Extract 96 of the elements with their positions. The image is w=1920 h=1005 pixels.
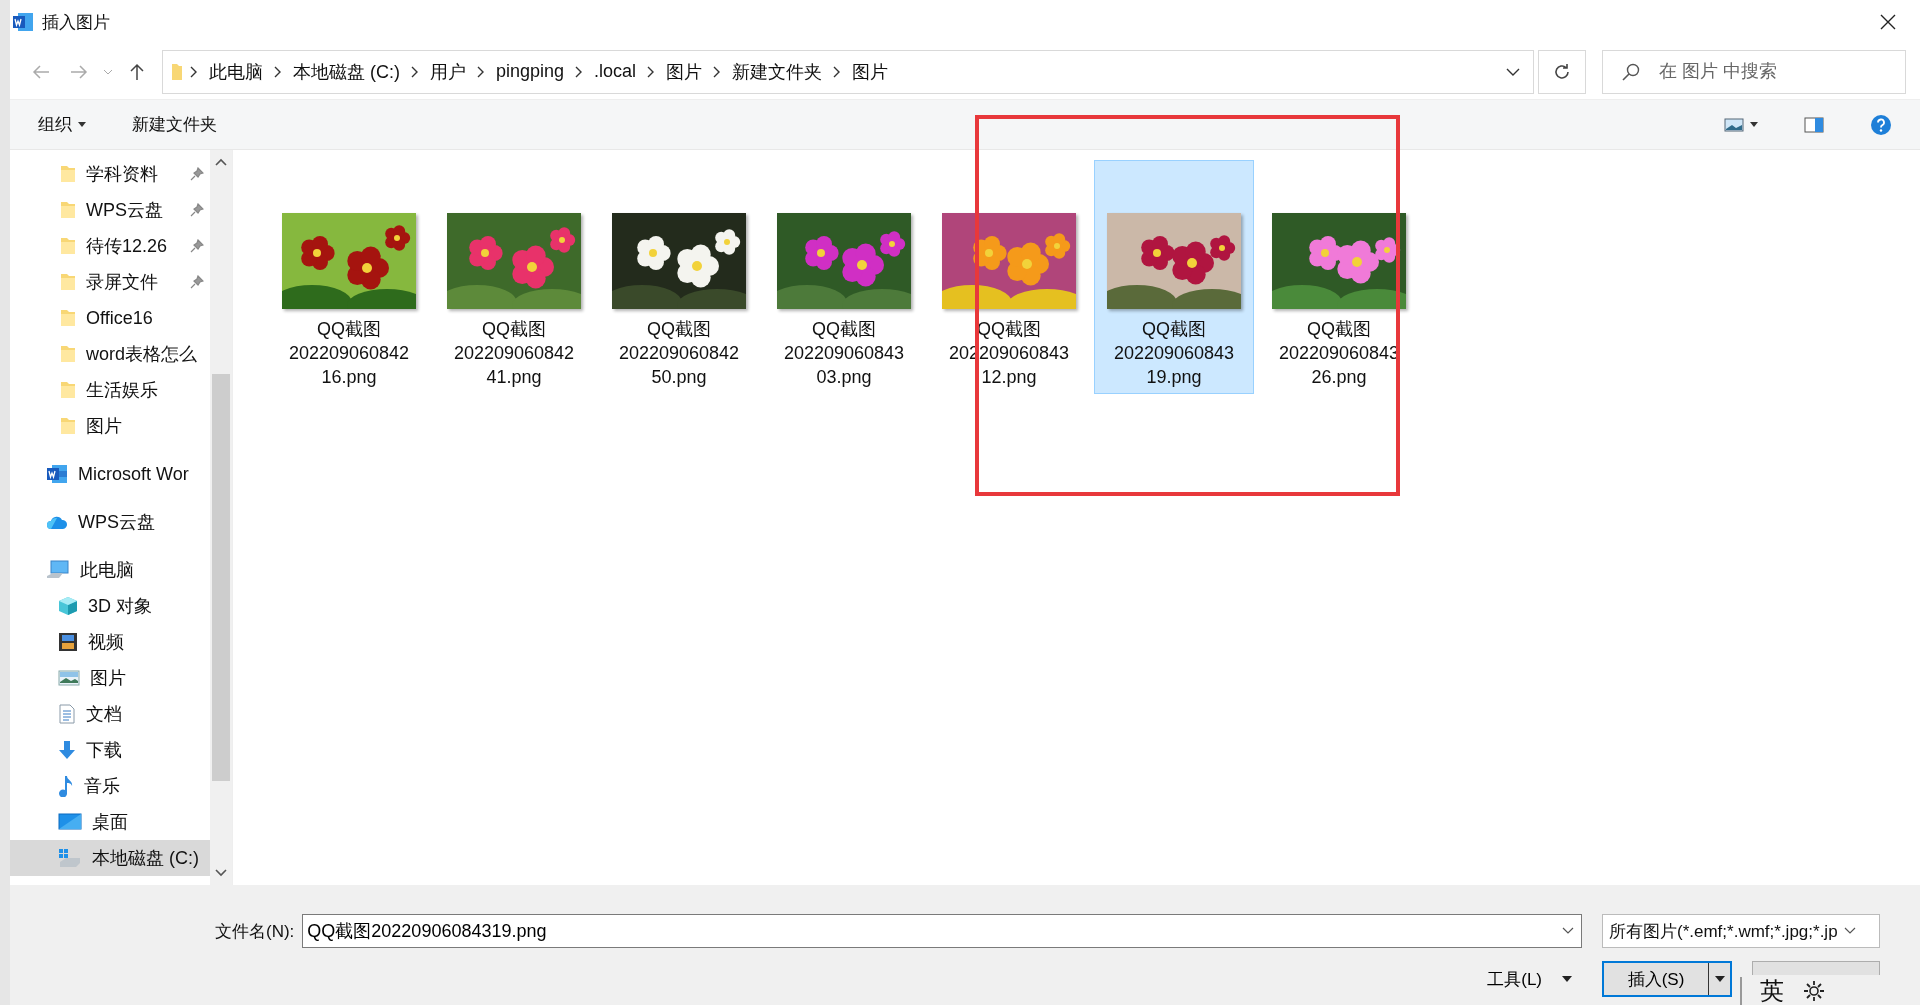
folder-icon xyxy=(60,272,76,292)
filename-label: 文件名(N): xyxy=(215,920,295,943)
folder-icon xyxy=(60,380,76,400)
search-icon xyxy=(1622,62,1640,81)
caret-icon xyxy=(1750,122,1758,127)
sidebar-item[interactable]: 音乐 xyxy=(10,768,210,804)
breadcrumb[interactable]: 图片 xyxy=(662,59,707,84)
cloud-icon xyxy=(46,514,68,530)
organize-menu[interactable]: 组织 xyxy=(30,109,94,140)
sidebar-item[interactable]: 待传12.26 xyxy=(10,228,210,264)
folder-icon xyxy=(171,62,183,81)
breadcrumb[interactable]: 本地磁盘 (C:) xyxy=(289,59,404,84)
back-arrow-icon xyxy=(32,62,50,81)
computer-icon xyxy=(46,560,70,580)
sidebar-item[interactable]: WPS云盘 xyxy=(10,192,210,228)
chevron-down-icon xyxy=(1506,67,1520,76)
file-name: QQ截图 202209060842 50.png xyxy=(618,318,740,389)
chevron-right-icon xyxy=(189,65,199,78)
chevron-down-icon xyxy=(1843,927,1856,935)
caret-icon xyxy=(78,122,86,127)
sidebar-item[interactable]: 文档 xyxy=(10,696,210,732)
sidebar-item[interactable]: 本地磁盘 (C:) xyxy=(10,840,210,876)
folder-icon xyxy=(60,308,76,328)
sidebar-item[interactable]: 此电脑 xyxy=(10,552,210,588)
sidebar-item[interactable]: Office16 xyxy=(10,300,210,336)
window-title: 插入图片 xyxy=(42,11,111,34)
breadcrumb[interactable]: pingping xyxy=(492,61,569,82)
file-name: QQ截图 202209060842 16.png xyxy=(288,318,410,389)
folder-icon xyxy=(60,344,76,364)
sidebar-item[interactable]: 下载 xyxy=(10,732,210,768)
breadcrumb[interactable]: .local xyxy=(590,61,641,82)
sidebar-item[interactable]: 3D 对象 xyxy=(10,588,210,624)
forward-arrow-icon xyxy=(70,62,88,81)
file-type-dropdown[interactable]: 所有图片(*.emf;*.wmf;*.jpg;*.jp xyxy=(1602,914,1880,948)
word-icon xyxy=(46,464,68,484)
drive-icon xyxy=(58,848,82,868)
chevron-right-icon xyxy=(410,65,420,78)
file-item[interactable]: QQ截图 202209060843 26.png xyxy=(1259,160,1419,394)
new-folder-button[interactable]: 新建文件夹 xyxy=(124,109,225,140)
chevron-right-icon xyxy=(273,65,283,78)
cube-icon xyxy=(58,596,78,616)
view-icon xyxy=(1724,117,1744,132)
file-item[interactable]: QQ截图 202209060842 41.png xyxy=(434,160,594,394)
input-mode-label[interactable]: 英 xyxy=(1760,975,1784,1005)
tools-menu[interactable]: 工具(L) xyxy=(1481,966,1578,992)
folder-icon xyxy=(60,200,76,220)
folder-icon xyxy=(60,164,76,184)
file-item[interactable]: QQ截图 202209060842 50.png xyxy=(599,160,759,394)
film-icon xyxy=(58,632,78,652)
sidebar-item[interactable]: 图片 xyxy=(10,408,210,444)
word-icon xyxy=(12,12,34,32)
sidebar-item[interactable]: 生活娱乐 xyxy=(10,372,210,408)
sidebar-item[interactable]: word表格怎么 xyxy=(10,336,210,372)
chevron-down-icon xyxy=(1562,927,1574,935)
picture-icon xyxy=(58,670,80,686)
search-field[interactable]: 在 图片 中搜索 xyxy=(1602,49,1906,94)
sidebar-item[interactable]: 桌面 xyxy=(10,804,210,840)
chevron-up-icon xyxy=(215,158,227,166)
sidebar-item[interactable]: Microsoft Wor xyxy=(10,456,210,492)
chevron-down-icon xyxy=(215,869,227,877)
address-bar[interactable]: 此电脑 本地磁盘 (C:) 用户 pingping .local 图片 新建文件夹 图片 xyxy=(162,49,1534,94)
sidebar-item[interactable]: 图片 xyxy=(10,660,210,696)
folder-icon xyxy=(60,236,76,256)
sidebar-item[interactable]: 学科资料 xyxy=(10,156,210,192)
file-item[interactable]: QQ截图 202209060842 16.png xyxy=(269,160,429,394)
breadcrumb[interactable]: 此电脑 xyxy=(205,59,267,84)
file-item[interactable]: QQ截图 202209060843 03.png xyxy=(764,160,924,394)
desktop-icon xyxy=(58,813,82,831)
breadcrumb[interactable]: 新建文件夹 xyxy=(728,59,827,84)
help-icon xyxy=(1870,113,1892,136)
insert-button[interactable]: 插入(S) xyxy=(1602,961,1732,997)
sidebar-item[interactable]: 录屏文件 xyxy=(10,264,210,300)
down-arrow-icon xyxy=(58,740,76,760)
refresh-icon xyxy=(1553,62,1571,81)
chevron-right-icon xyxy=(476,65,486,78)
music-note-icon xyxy=(58,775,74,797)
refresh-button[interactable] xyxy=(1538,49,1586,94)
chevron-down-icon xyxy=(103,68,113,75)
file-name: QQ截图 202209060843 19.png xyxy=(1113,318,1235,389)
caret-icon xyxy=(1562,976,1572,982)
file-name: QQ截图 202209060842 41.png xyxy=(453,318,575,389)
preview-pane-icon xyxy=(1804,116,1824,133)
breadcrumb[interactable]: 图片 xyxy=(848,59,893,84)
file-item[interactable]: QQ截图 202209060843 19.png xyxy=(1094,160,1254,394)
close-icon xyxy=(1880,14,1896,30)
scrollbar-thumb[interactable] xyxy=(212,374,230,781)
file-name: QQ截图 202209060843 03.png xyxy=(783,318,905,389)
document-icon xyxy=(58,704,76,724)
up-arrow-icon xyxy=(128,62,146,81)
filename-field[interactable]: QQ截图20220906084319.png xyxy=(302,914,1582,948)
caret-icon xyxy=(1714,976,1725,982)
sidebar-item[interactable]: 视频 xyxy=(10,624,210,660)
breadcrumb[interactable]: 用户 xyxy=(426,59,470,84)
folder-icon xyxy=(60,416,76,436)
sidebar-item[interactable]: WPS云盘 xyxy=(10,504,210,540)
file-name: QQ截图 202209060843 26.png xyxy=(1278,318,1400,389)
